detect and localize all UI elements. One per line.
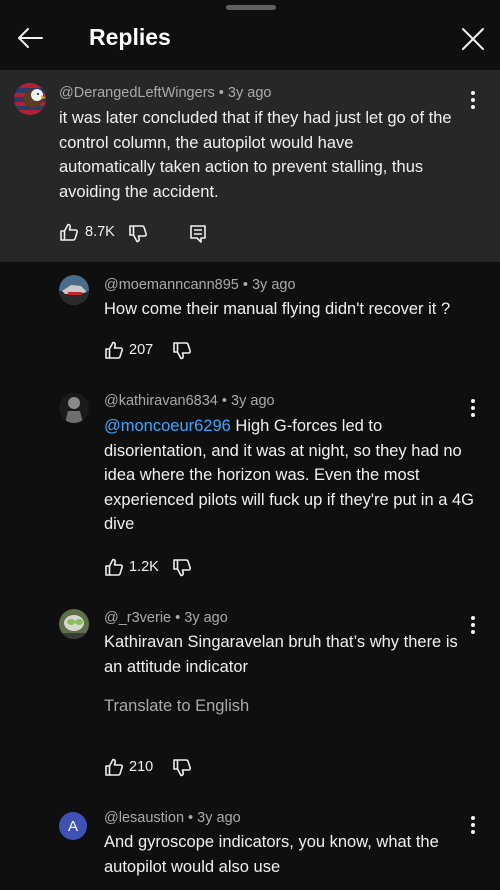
comment-age: 3y ago	[251, 277, 296, 293]
comment-text: @moncoeur6296 High G-forces led to disor…	[104, 414, 476, 537]
comment-meta: @lesaustion • 3y ago	[104, 810, 241, 826]
comment-age: 3y ago	[184, 610, 228, 626]
thumbs-down-icon	[172, 758, 192, 778]
comment-author[interactable]: @kathiravan6834	[104, 393, 218, 409]
comment-text: Kathiravan Singaravelan bruh that’s why …	[104, 633, 458, 676]
dislike-button[interactable]	[128, 224, 148, 244]
like-count: 1.2K	[129, 559, 159, 575]
like-count: 210	[129, 759, 154, 775]
comment-author[interactable]: @moemanncann895	[104, 277, 239, 293]
thumbs-down-icon	[128, 224, 148, 244]
more-vert-icon[interactable]	[466, 90, 480, 110]
thumbs-down-icon	[172, 558, 192, 578]
comment-age: 3y ago	[231, 393, 275, 409]
avatar[interactable]	[59, 393, 89, 423]
dislike-button[interactable]	[172, 758, 192, 778]
comment-author[interactable]: @DerangedLeftWingers	[59, 85, 215, 101]
comment-meta: @_r3verie • 3y ago	[104, 610, 228, 626]
thumbs-down-icon	[172, 341, 192, 361]
comment-text: it was later concluded that if they had …	[59, 109, 452, 201]
translate-link[interactable]: Translate to English	[104, 697, 249, 716]
comment-age: 3y ago	[227, 85, 272, 101]
like-button[interactable]: 210	[104, 757, 153, 777]
page-title: Replies	[89, 24, 171, 50]
comment-age: 3y ago	[197, 810, 241, 826]
like-count: 207	[129, 342, 154, 358]
avatar[interactable]	[59, 609, 89, 639]
comment-text: How come their manual flying didn't reco…	[104, 300, 451, 318]
mention-link[interactable]: @moncoeur6296	[104, 417, 231, 435]
reply-icon	[189, 224, 207, 244]
comment-author[interactable]: @lesaustion	[104, 810, 184, 826]
thumbs-up-icon	[104, 757, 124, 777]
reply-button[interactable]	[189, 224, 207, 244]
thumbs-up-icon	[104, 340, 124, 360]
thumbs-up-icon	[59, 222, 79, 242]
avatar-letter: A	[67, 817, 78, 835]
replies-header: Replies	[0, 0, 500, 71]
comment-text: And gyroscope indicators, you know, what…	[104, 833, 439, 876]
comment-meta: @moemanncann895 • 3y ago	[104, 277, 296, 293]
avatar[interactable]	[14, 83, 46, 115]
like-button[interactable]: 8.7K	[59, 222, 115, 242]
comment-meta: @kathiravan6834 • 3y ago	[104, 393, 275, 409]
avatar[interactable]: A	[59, 812, 87, 840]
dislike-button[interactable]	[172, 558, 192, 578]
avatar[interactable]	[59, 275, 89, 305]
thumbs-up-icon	[104, 557, 124, 577]
like-button[interactable]: 207	[104, 340, 153, 360]
like-count: 8.7K	[85, 224, 115, 240]
like-button[interactable]: 1.2K	[104, 557, 159, 577]
comment-meta: @DerangedLeftWingers • 3y ago	[59, 85, 272, 101]
comment-author[interactable]: @_r3verie	[104, 610, 171, 626]
back-arrow-icon[interactable]	[14, 22, 46, 54]
close-icon[interactable]	[458, 24, 488, 54]
dislike-button[interactable]	[172, 341, 192, 361]
